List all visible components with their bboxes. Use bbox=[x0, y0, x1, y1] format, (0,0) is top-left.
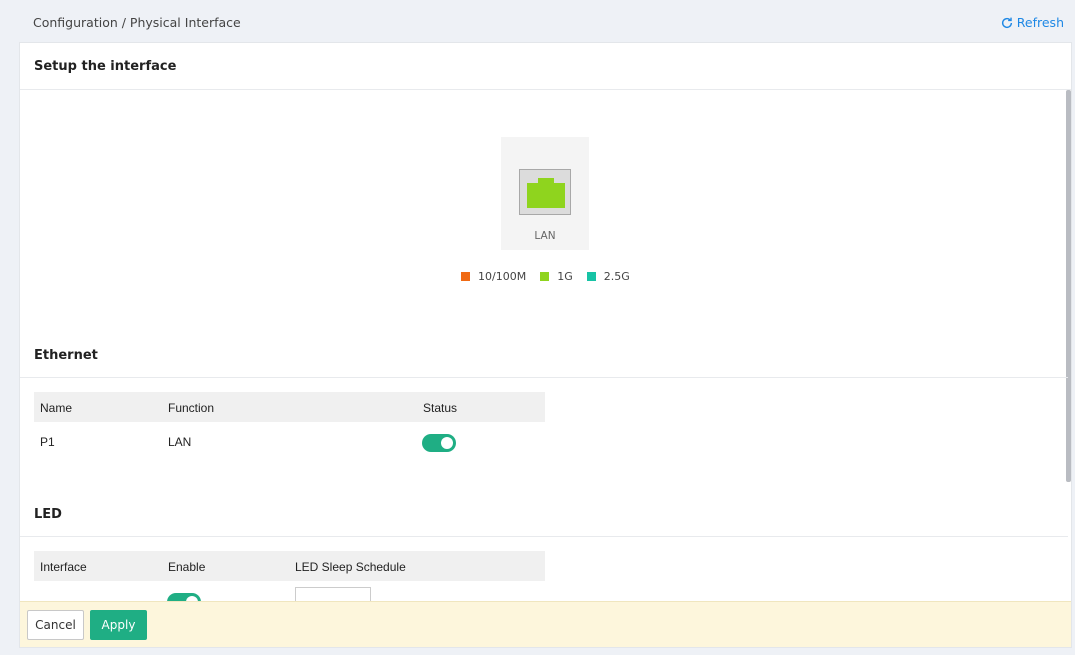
column-header-status: Status bbox=[423, 401, 458, 415]
cancel-button[interactable]: Cancel bbox=[27, 610, 84, 640]
ethernet-table: Name Function Status P1 LAN bbox=[34, 392, 545, 462]
legend-item-10-100m: 10/100M bbox=[461, 270, 526, 283]
table-header: Name Function Status bbox=[34, 392, 545, 422]
legend-item-1g: 1G bbox=[540, 270, 573, 283]
divider bbox=[20, 536, 1068, 537]
legend-swatch bbox=[586, 272, 596, 281]
action-footer: Cancel Apply bbox=[20, 601, 1071, 647]
refresh-label: Refresh bbox=[1016, 15, 1064, 30]
legend-swatch bbox=[461, 272, 470, 281]
ethernet-section-title: Ethernet bbox=[34, 348, 98, 363]
legend-item-2-5g: 2.5G bbox=[586, 270, 630, 283]
table-header: Interface Enable LED Sleep Schedule bbox=[34, 551, 545, 581]
column-header-name: Name bbox=[40, 401, 73, 415]
speed-legend: 10/100M 1G 2.5G bbox=[461, 270, 644, 283]
panel-title: Setup the interface bbox=[20, 43, 1071, 90]
legend-label: 2.5G bbox=[603, 270, 630, 283]
port-function-cell: LAN bbox=[168, 435, 192, 449]
top-bar: Configuration / Physical Interface Refre… bbox=[19, 5, 1069, 41]
legend-swatch bbox=[540, 272, 550, 281]
port-status-toggle[interactable] bbox=[422, 434, 456, 452]
toggle-knob bbox=[441, 437, 453, 449]
led-section-title: LED bbox=[34, 507, 62, 522]
column-header-interface: Interface bbox=[40, 560, 87, 574]
column-header-led-sleep-schedule: LED Sleep Schedule bbox=[295, 560, 406, 574]
port-name-cell: P1 bbox=[40, 435, 55, 449]
column-header-function: Function bbox=[168, 401, 215, 415]
apply-button[interactable]: Apply bbox=[90, 610, 147, 640]
divider bbox=[20, 377, 1068, 378]
legend-label: 1G bbox=[557, 270, 573, 283]
vertical-scrollbar[interactable] bbox=[1066, 90, 1071, 482]
port-frame bbox=[519, 169, 571, 215]
setup-panel: Setup the interface LAN 10/100M 1G 2.5G … bbox=[19, 42, 1072, 648]
refresh-button[interactable]: Refresh bbox=[1000, 15, 1064, 30]
table-row: P1 LAN bbox=[34, 422, 545, 462]
lan-port-card[interactable]: LAN bbox=[501, 137, 589, 250]
column-header-enable: Enable bbox=[168, 560, 206, 574]
breadcrumb: Configuration / Physical Interface bbox=[33, 15, 241, 30]
port-label: LAN bbox=[534, 230, 556, 242]
ethernet-port-icon bbox=[527, 178, 565, 208]
refresh-icon bbox=[1001, 17, 1012, 28]
legend-label: 10/100M bbox=[478, 270, 527, 283]
